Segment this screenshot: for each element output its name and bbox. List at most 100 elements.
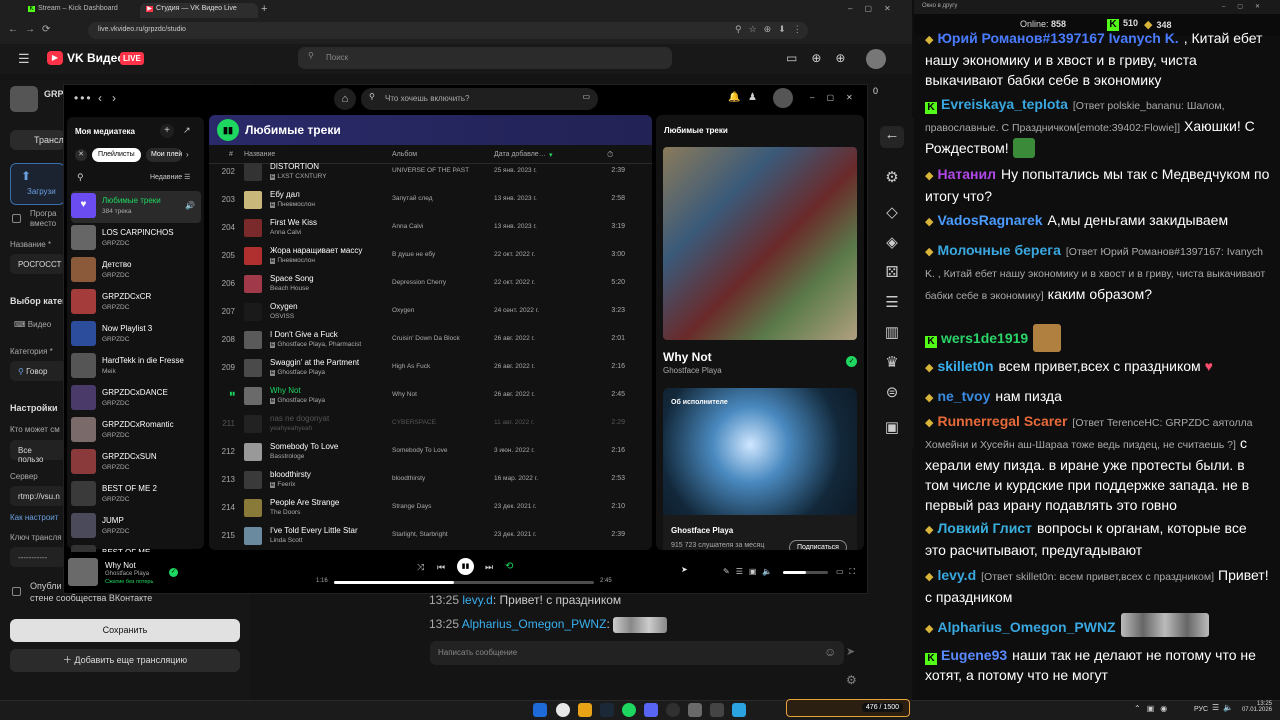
vk-header-icons[interactable]: ▭⊕⊕: [786, 51, 859, 65]
track-artist[interactable]: E Пневмослон: [270, 257, 385, 264]
dice-icon[interactable]: ⚄: [880, 263, 904, 285]
avatar[interactable]: [866, 49, 886, 69]
chat-username[interactable]: levy.d: [937, 567, 976, 583]
new-tab-button[interactable]: +: [261, 3, 267, 15]
player-track-artist[interactable]: Ghostface Playa: [105, 571, 149, 577]
vk-chat-input[interactable]: Написать сообщение: [430, 641, 844, 665]
chat-window-controls[interactable]: –▢✕: [1222, 3, 1272, 10]
next-icon[interactable]: ⏭: [485, 562, 493, 573]
track-title[interactable]: I've Told Every Little Star: [270, 526, 385, 535]
chip-my-playlists[interactable]: Мои плей: [146, 148, 182, 162]
window-controls[interactable]: –▢✕: [848, 4, 903, 13]
track-row[interactable]: 202 DISTORTION E LXST CXNTURY UNIVERSE OF TH…: [209, 158, 652, 186]
how-to-setup-link[interactable]: Как настроит: [10, 513, 58, 522]
track-artist[interactable]: Beach House: [270, 285, 385, 292]
track-row[interactable]: 203 Ебу дал E Пневмослон Запутай след 13 янв.…: [209, 186, 652, 214]
track-artist[interactable]: E LXST CXNTURY: [270, 173, 385, 180]
video-category[interactable]: ⌨ Видео: [14, 320, 51, 329]
track-album[interactable]: Запутай след: [392, 195, 487, 202]
chat-username[interactable]: VadosRagnarek: [937, 212, 1042, 228]
track-artist[interactable]: Linda Scott: [270, 537, 385, 544]
track-album[interactable]: Depression Cherry: [392, 279, 487, 286]
track-album[interactable]: CYBERSPACE: [392, 419, 487, 426]
clock[interactable]: 13:25 07.01.2026: [1240, 701, 1272, 713]
app-icon[interactable]: [688, 703, 702, 717]
library-item[interactable]: GRPZDCxCR GRPZDC: [71, 287, 201, 319]
play-pause-button[interactable]: ▮▮: [457, 558, 474, 575]
address-bar[interactable]: live.vkvideo.ru/grpzdc/studio: [88, 22, 808, 39]
track-artist[interactable]: E Ghostface Playa: [270, 369, 385, 376]
track-title[interactable]: Space Song: [270, 274, 385, 283]
who-can-select[interactable]: Все пользо: [10, 440, 65, 464]
obs-icon[interactable]: [666, 703, 680, 717]
saved-check-icon[interactable]: ✓: [846, 356, 857, 367]
stats-icon[interactable]: ▥: [880, 323, 904, 345]
column-album[interactable]: Альбом: [392, 151, 417, 158]
track-row[interactable]: 213 bloodthirsty E Feerix bloodthirsty 16 мар…: [209, 466, 652, 494]
previous-icon[interactable]: ⏮: [437, 562, 445, 573]
track-title[interactable]: I Don't Give a Fuck: [270, 330, 385, 339]
track-row[interactable]: 212 Somebody To Love Basstrologe Somebody T…: [209, 438, 652, 466]
language-indicator[interactable]: РУС: [1194, 706, 1208, 713]
track-row[interactable]: 214 People Are Strange The Doors Strange Da…: [209, 494, 652, 522]
track-row[interactable]: 209 Swaggin' at the Partment E Ghostface Pl…: [209, 354, 652, 382]
more-options-icon[interactable]: •••: [74, 91, 93, 105]
spotify-avatar[interactable]: [773, 88, 793, 108]
library-item[interactable]: JUMP GRPZDC: [71, 511, 201, 543]
chat-username[interactable]: ne_tvoy: [937, 388, 990, 404]
menu-icon[interactable]: ☰: [18, 51, 30, 67]
vk-logo-text[interactable]: VK Видео: [67, 51, 125, 65]
track-row[interactable]: 207 Oxygen OSVISS Oxygen 24 сент. 2022 г. 3:2…: [209, 298, 652, 326]
spotify-search-input[interactable]: ⚲ Что хочешь включить? ▭: [361, 88, 598, 110]
library-item[interactable]: HardTekk in die Fresse Meik: [71, 351, 201, 383]
telegram-icon[interactable]: [732, 703, 746, 717]
track-title[interactable]: Ебу дал: [270, 190, 385, 199]
column-date[interactable]: Дата добавле…: [494, 151, 546, 158]
add-stream-button[interactable]: ＋ Добавить еще трансляцию: [10, 649, 240, 672]
library-item[interactable]: GRPZDCxDANCE GRPZDC: [71, 383, 201, 415]
now-playing-title[interactable]: Why Not: [663, 350, 712, 364]
track-title[interactable]: Swaggin' at the Partment: [270, 358, 385, 367]
gem-icon[interactable]: ◈: [880, 233, 904, 255]
miniplayer-fullscreen-icons[interactable]: ▭⛶: [836, 567, 861, 577]
track-artist[interactable]: Basstrologe: [270, 453, 385, 460]
list-icon[interactable]: ☰: [880, 293, 904, 315]
saved-check-icon[interactable]: ✓: [169, 568, 178, 577]
track-album[interactable]: Strange Days: [392, 503, 487, 510]
chrome-icon[interactable]: [556, 703, 570, 717]
library-item[interactable]: ♥ Любимые треки 384 трека 🔊: [71, 191, 201, 223]
windows-start-icon[interactable]: [533, 703, 547, 717]
upload-card[interactable]: ⬆ Загрузи: [10, 163, 65, 205]
add-icon[interactable]: +: [160, 124, 174, 138]
track-row[interactable]: ▮▮ Why Not E Ghostface Playa Why Not 26 авг. …: [209, 382, 652, 410]
tab-vk-studio[interactable]: ▶ Студия — VK Видео Live: [140, 3, 258, 18]
track-artist[interactable]: yeahyeahyeah: [270, 425, 385, 432]
tray-icons[interactable]: ⌃▣◉: [1134, 704, 1173, 713]
sort-button[interactable]: Недавние ☰: [150, 173, 190, 181]
server-field[interactable]: rtmp://vsu.n: [10, 486, 65, 506]
category-field[interactable]: ⚲ Говор: [10, 361, 65, 381]
track-row[interactable]: 205 Жора наращивает массу E Пневмослон В душ…: [209, 242, 652, 270]
chevron-right-icon[interactable]: ›: [186, 150, 189, 159]
steam-icon[interactable]: [600, 703, 614, 717]
track-title[interactable]: DISTORTION: [270, 162, 385, 171]
gear-icon[interactable]: ⚙: [846, 673, 857, 687]
track-title[interactable]: nas ne dogonyat: [270, 414, 385, 423]
chat-username[interactable]: Evreiskaya_teplota: [941, 96, 1068, 112]
friends-icon[interactable]: ♟: [748, 92, 757, 103]
shuffle-icon[interactable]: ⤨: [417, 562, 424, 573]
follow-button[interactable]: Подписаться: [789, 540, 847, 550]
chat-username[interactable]: Runnerregal Scarer: [937, 413, 1067, 429]
vk-search-input[interactable]: ⚲ Поиск: [298, 47, 672, 69]
track-artist[interactable]: E Ghostface Playa: [270, 397, 385, 404]
now-playing-artist[interactable]: Ghostface Playa: [663, 366, 722, 375]
track-title[interactable]: Why Not: [270, 386, 385, 395]
chat-username[interactable]: skillet0n: [937, 358, 993, 374]
track-artist[interactable]: E Ghostface Playa, Pharmacist: [270, 341, 385, 348]
track-title[interactable]: Somebody To Love: [270, 442, 385, 451]
back-arrow-icon[interactable]: ←: [880, 126, 904, 148]
key-field[interactable]: -----------: [10, 547, 65, 567]
track-artist[interactable]: E Feerix: [270, 481, 385, 488]
track-album[interactable]: Anna Calvi: [392, 223, 487, 230]
browse-icon[interactable]: ▭: [582, 93, 590, 101]
